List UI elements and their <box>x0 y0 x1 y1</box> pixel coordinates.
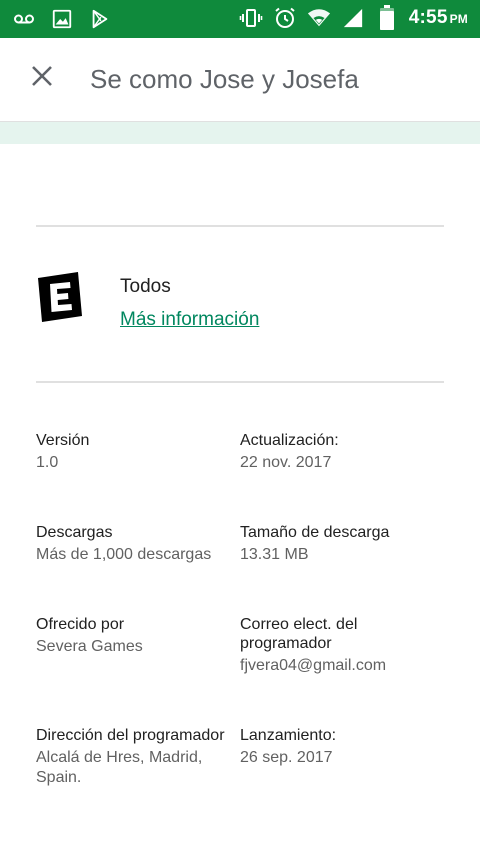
offered-by-info: Ofrecido por Severa Games <box>36 615 236 657</box>
downloads-info: Descargas Más de 1,000 descargas <box>36 523 236 565</box>
content-rating-label: Todos <box>120 276 171 297</box>
release-date-value: 26 sep. 2017 <box>240 749 333 766</box>
page-title: Se como Jose y Josefa <box>90 64 359 94</box>
version-info: Versión 1.0 <box>36 431 236 473</box>
developer-email-info: Correo elect. del programador fjvera04@g… <box>240 615 440 676</box>
close-button[interactable] <box>22 58 62 98</box>
header-accent-strip <box>0 122 480 144</box>
status-bar-left <box>12 7 112 31</box>
battery-icon <box>375 5 399 30</box>
offered-by-value: Severa Games <box>36 638 143 655</box>
updated-value: 22 nov. 2017 <box>240 454 332 471</box>
voicemail-icon <box>12 7 36 31</box>
status-bar: 4:55 PM <box>0 0 480 38</box>
play-store-icon <box>88 7 112 31</box>
developer-email-label: Correo elect. del programador <box>240 616 358 652</box>
image-icon <box>50 7 74 31</box>
release-date-info: Lanzamiento: 26 sep. 2017 <box>240 726 440 768</box>
status-bar-right: 4:55 PM <box>239 5 468 30</box>
developer-email-value[interactable]: fjvera04@gmail.com <box>240 656 440 676</box>
app-header: Se como Jose y Josefa <box>0 38 480 122</box>
clock-time: 4:55 PM <box>408 7 468 28</box>
section-divider <box>36 381 444 383</box>
release-date-label: Lanzamiento: <box>240 727 337 744</box>
section-divider <box>36 225 444 227</box>
version-label: Versión <box>36 432 90 449</box>
developer-address-info: Dirección del programador Alcalá de Hres… <box>36 726 240 788</box>
vibrate-icon <box>239 6 263 30</box>
developer-address-label: Dirección del programador <box>36 727 225 744</box>
more-info-link[interactable]: Más información <box>120 309 259 331</box>
signal-icon <box>341 6 365 30</box>
download-size-info: Tamaño de descarga 13.31 MB <box>240 523 440 565</box>
developer-address-value: Alcalá de Hres, Madrid, Spain. <box>36 749 203 786</box>
downloads-value: Más de 1,000 descargas <box>36 546 212 563</box>
alarm-icon <box>273 6 297 30</box>
updated-label: Actualización: <box>240 432 339 449</box>
updated-info: Actualización: 22 nov. 2017 <box>240 431 440 473</box>
wifi-icon <box>307 6 331 30</box>
esrb-e-icon <box>36 272 84 322</box>
close-icon <box>30 64 54 93</box>
download-size-value: 13.31 MB <box>240 546 309 563</box>
downloads-label: Descargas <box>36 524 113 541</box>
offered-by-label: Ofrecido por <box>36 616 125 633</box>
version-value: 1.0 <box>36 454 59 471</box>
download-size-label: Tamaño de descarga <box>240 524 390 541</box>
